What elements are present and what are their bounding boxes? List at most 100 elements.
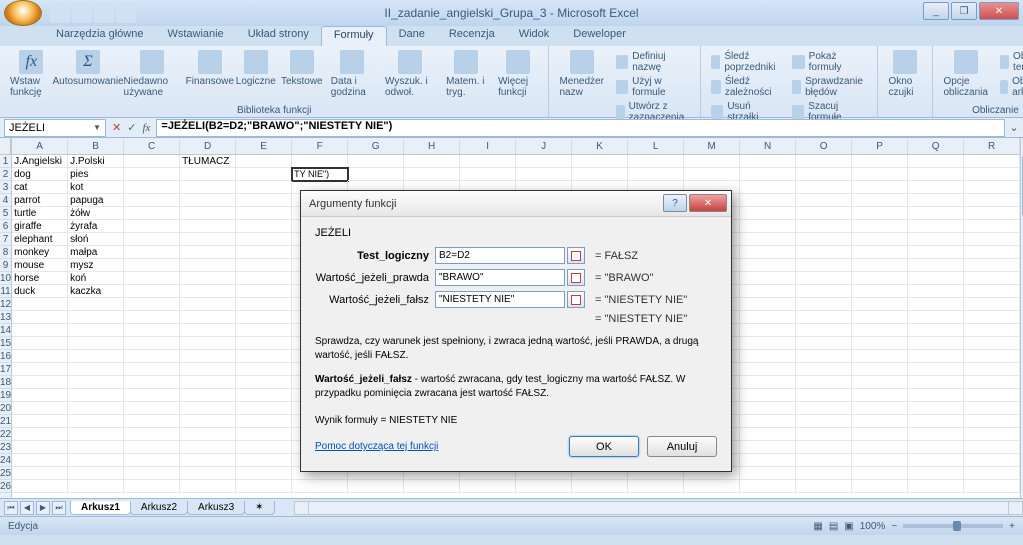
tab-review[interactable]: Recenzja xyxy=(437,26,507,46)
cell-R18[interactable] xyxy=(964,376,1020,389)
cell-D20[interactable] xyxy=(180,402,236,415)
watch-window-button[interactable]: Okno czujki xyxy=(884,48,926,100)
row-header[interactable]: 15 xyxy=(0,337,11,350)
cell-R26[interactable] xyxy=(964,480,1020,493)
cell-D2[interactable] xyxy=(180,168,236,181)
cell-C21[interactable] xyxy=(124,415,180,428)
cell-O11[interactable] xyxy=(796,285,852,298)
column-header[interactable]: H xyxy=(404,138,460,154)
cell-C6[interactable] xyxy=(124,220,180,233)
cell-N14[interactable] xyxy=(740,324,796,337)
cell-Q22[interactable] xyxy=(908,428,964,441)
tab-layout[interactable]: Układ strony xyxy=(236,26,321,46)
cell-E26[interactable] xyxy=(236,480,292,493)
cell-C5[interactable] xyxy=(124,207,180,220)
cell-R16[interactable] xyxy=(964,350,1020,363)
cell-O6[interactable] xyxy=(796,220,852,233)
cell-Q3[interactable] xyxy=(908,181,964,194)
cell-K2[interactable] xyxy=(572,168,628,181)
cell-A1[interactable]: J.Angielski xyxy=(12,155,68,168)
sheet-tab-2[interactable]: Arkusz2 xyxy=(130,501,188,515)
cell-N16[interactable] xyxy=(740,350,796,363)
cell-P18[interactable] xyxy=(852,376,908,389)
row-header[interactable]: 14 xyxy=(0,324,11,337)
calc-now-button[interactable]: Oblicz teraz xyxy=(996,50,1023,74)
cell-B22[interactable] xyxy=(68,428,124,441)
cell-A8[interactable]: monkey xyxy=(12,246,68,259)
cell-B12[interactable] xyxy=(68,298,124,311)
cell-N1[interactable] xyxy=(740,155,796,168)
arg-input-true[interactable] xyxy=(435,269,565,286)
cell-Q9[interactable] xyxy=(908,259,964,272)
date-time-button[interactable]: Data i godzina xyxy=(327,48,377,100)
column-header[interactable]: F xyxy=(292,138,348,154)
cell-Q15[interactable] xyxy=(908,337,964,350)
cell-Q12[interactable] xyxy=(908,298,964,311)
cell-R11[interactable] xyxy=(964,285,1020,298)
cell-C26[interactable] xyxy=(124,480,180,493)
cell-O25[interactable] xyxy=(796,467,852,480)
cell-A13[interactable] xyxy=(12,311,68,324)
cell-Q17[interactable] xyxy=(908,363,964,376)
cell-N13[interactable] xyxy=(740,311,796,324)
cell-O17[interactable] xyxy=(796,363,852,376)
cell-C19[interactable] xyxy=(124,389,180,402)
cell-R14[interactable] xyxy=(964,324,1020,337)
cell-K1[interactable] xyxy=(572,155,628,168)
cell-B11[interactable]: kaczka xyxy=(68,285,124,298)
ok-button[interactable]: OK xyxy=(569,436,639,457)
cell-P22[interactable] xyxy=(852,428,908,441)
cell-B18[interactable] xyxy=(68,376,124,389)
cell-E10[interactable] xyxy=(236,272,292,285)
sheet-tab-3[interactable]: Arkusz3 xyxy=(187,501,245,515)
row-header[interactable]: 1 xyxy=(0,155,11,168)
cell-E15[interactable] xyxy=(236,337,292,350)
cell-B14[interactable] xyxy=(68,324,124,337)
row-header[interactable]: 7 xyxy=(0,233,11,246)
arg-input-false[interactable] xyxy=(435,291,565,308)
cell-D19[interactable] xyxy=(180,389,236,402)
row-header[interactable]: 17 xyxy=(0,363,11,376)
row-header[interactable]: 10 xyxy=(0,272,11,285)
cell-A3[interactable]: cat xyxy=(12,181,68,194)
cell-B6[interactable]: żyrafa xyxy=(68,220,124,233)
qat-redo-icon[interactable] xyxy=(94,3,114,23)
cell-M1[interactable] xyxy=(684,155,740,168)
cell-R10[interactable] xyxy=(964,272,1020,285)
cell-O9[interactable] xyxy=(796,259,852,272)
cell-H26[interactable] xyxy=(404,480,460,493)
cell-Q23[interactable] xyxy=(908,441,964,454)
cell-Q8[interactable] xyxy=(908,246,964,259)
cell-D25[interactable] xyxy=(180,467,236,480)
cell-R9[interactable] xyxy=(964,259,1020,272)
cell-D1[interactable]: TŁUMACZ xyxy=(180,155,236,168)
cell-P3[interactable] xyxy=(852,181,908,194)
cell-O26[interactable] xyxy=(796,480,852,493)
cell-D11[interactable] xyxy=(180,285,236,298)
cell-M2[interactable] xyxy=(684,168,740,181)
cell-N21[interactable] xyxy=(740,415,796,428)
cell-A12[interactable] xyxy=(12,298,68,311)
cell-C4[interactable] xyxy=(124,194,180,207)
calc-sheet-button[interactable]: Oblicz arkusz xyxy=(996,75,1023,99)
cell-Q13[interactable] xyxy=(908,311,964,324)
cell-B1[interactable]: J.Polski xyxy=(68,155,124,168)
dialog-titlebar[interactable]: Argumenty funkcji ? ✕ xyxy=(301,191,731,217)
row-header[interactable]: 18 xyxy=(0,376,11,389)
cell-F26[interactable] xyxy=(292,480,348,493)
cell-E18[interactable] xyxy=(236,376,292,389)
cell-O13[interactable] xyxy=(796,311,852,324)
cell-C20[interactable] xyxy=(124,402,180,415)
column-header[interactable]: M xyxy=(684,138,740,154)
cell-F2[interactable]: TY NIE") xyxy=(292,168,348,181)
cell-E19[interactable] xyxy=(236,389,292,402)
column-header[interactable]: A xyxy=(12,138,68,154)
cell-E14[interactable] xyxy=(236,324,292,337)
sheet-tab-1[interactable]: Arkusz1 xyxy=(70,501,131,515)
cell-Q19[interactable] xyxy=(908,389,964,402)
trace-precedents-button[interactable]: Śledź poprzedniki xyxy=(707,50,784,74)
cell-E20[interactable] xyxy=(236,402,292,415)
cell-B4[interactable]: papuga xyxy=(68,194,124,207)
cell-O15[interactable] xyxy=(796,337,852,350)
cell-A24[interactable] xyxy=(12,454,68,467)
